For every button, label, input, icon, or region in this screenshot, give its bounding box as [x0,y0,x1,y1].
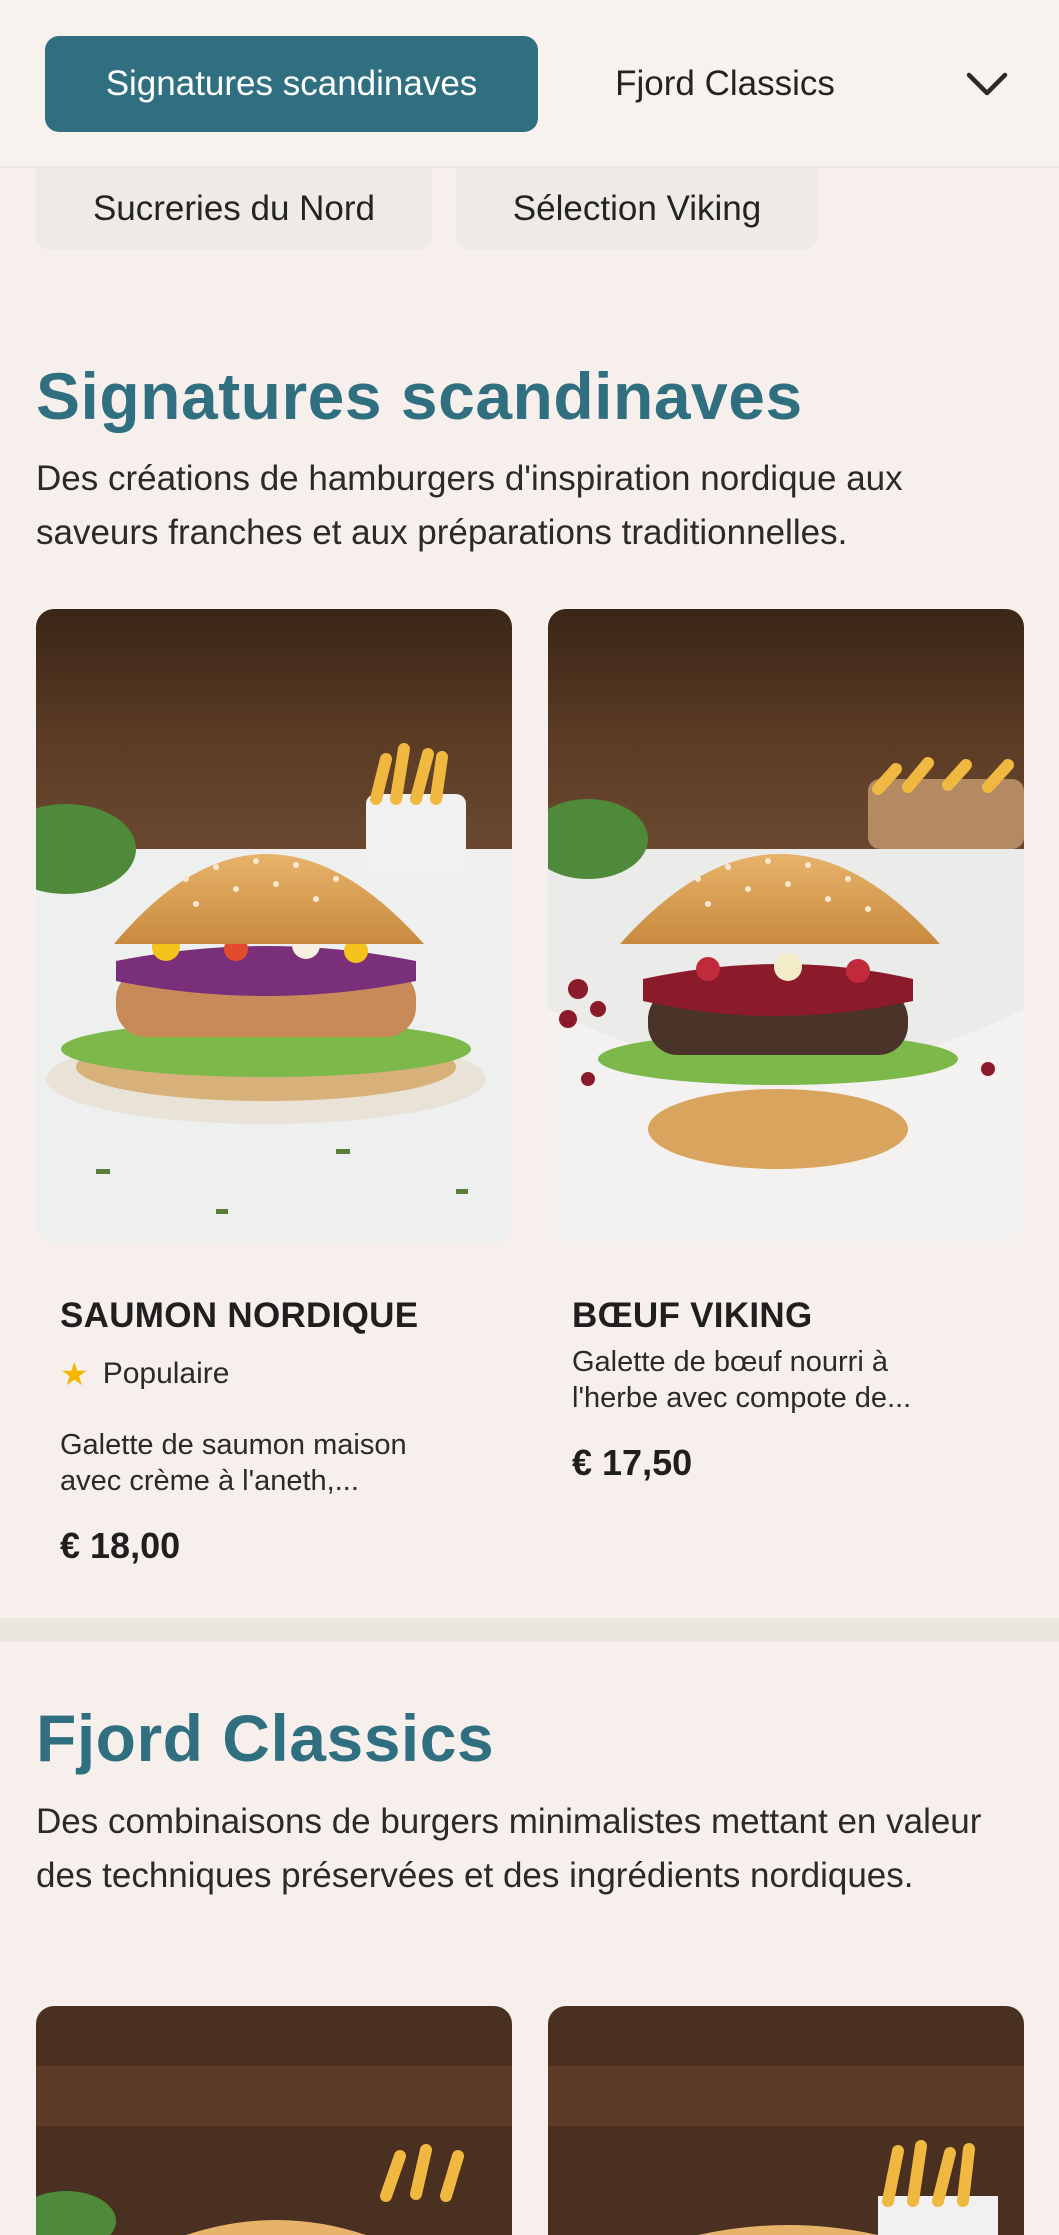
card-title: SAUMON NORDIQUE [60,1296,419,1335]
salmon-burger-image[interactable] [36,609,512,1243]
tab-sucreries-du-nord[interactable]: Sucreries du Nord [36,168,432,250]
category-tab-bar: Signatures scandinaves Fjord Classics [0,0,1059,168]
section-description: Des créations de hamburgers d'inspiratio… [36,459,903,552]
section-title: Fjord Classics [36,1701,495,1775]
tab-selection-viking[interactable]: Sélection Viking [456,168,818,250]
chevron-down-icon[interactable] [960,60,1014,108]
star-icon: ★ [60,1356,89,1392]
beef-burger-image[interactable] [548,609,1024,1243]
card-price: € 17,50 [572,1442,693,1483]
card-price: € 18,00 [60,1525,181,1566]
popular-badge: ★ Populaire [60,1357,229,1391]
badge-label: Populaire [102,1357,230,1390]
card-description: Galette de bœuf nourri à l'herbe avec co… [572,1346,912,1414]
section-description: Des combinaisons de burgers minimalistes… [36,1802,982,1895]
tab-signatures-scandinaves[interactable]: Signatures scandinaves [45,36,538,132]
card-title: BŒUF VIKING [572,1296,813,1335]
tab-fjord-classics[interactable]: Fjord Classics [565,36,885,132]
card-description: Galette de saumon maison avec crème à l'… [60,1429,407,1497]
burger-image[interactable] [36,2006,512,2235]
section-title: Signatures scandinaves [36,359,803,433]
burger-image[interactable] [548,2006,1024,2235]
section-divider [0,1618,1059,1642]
